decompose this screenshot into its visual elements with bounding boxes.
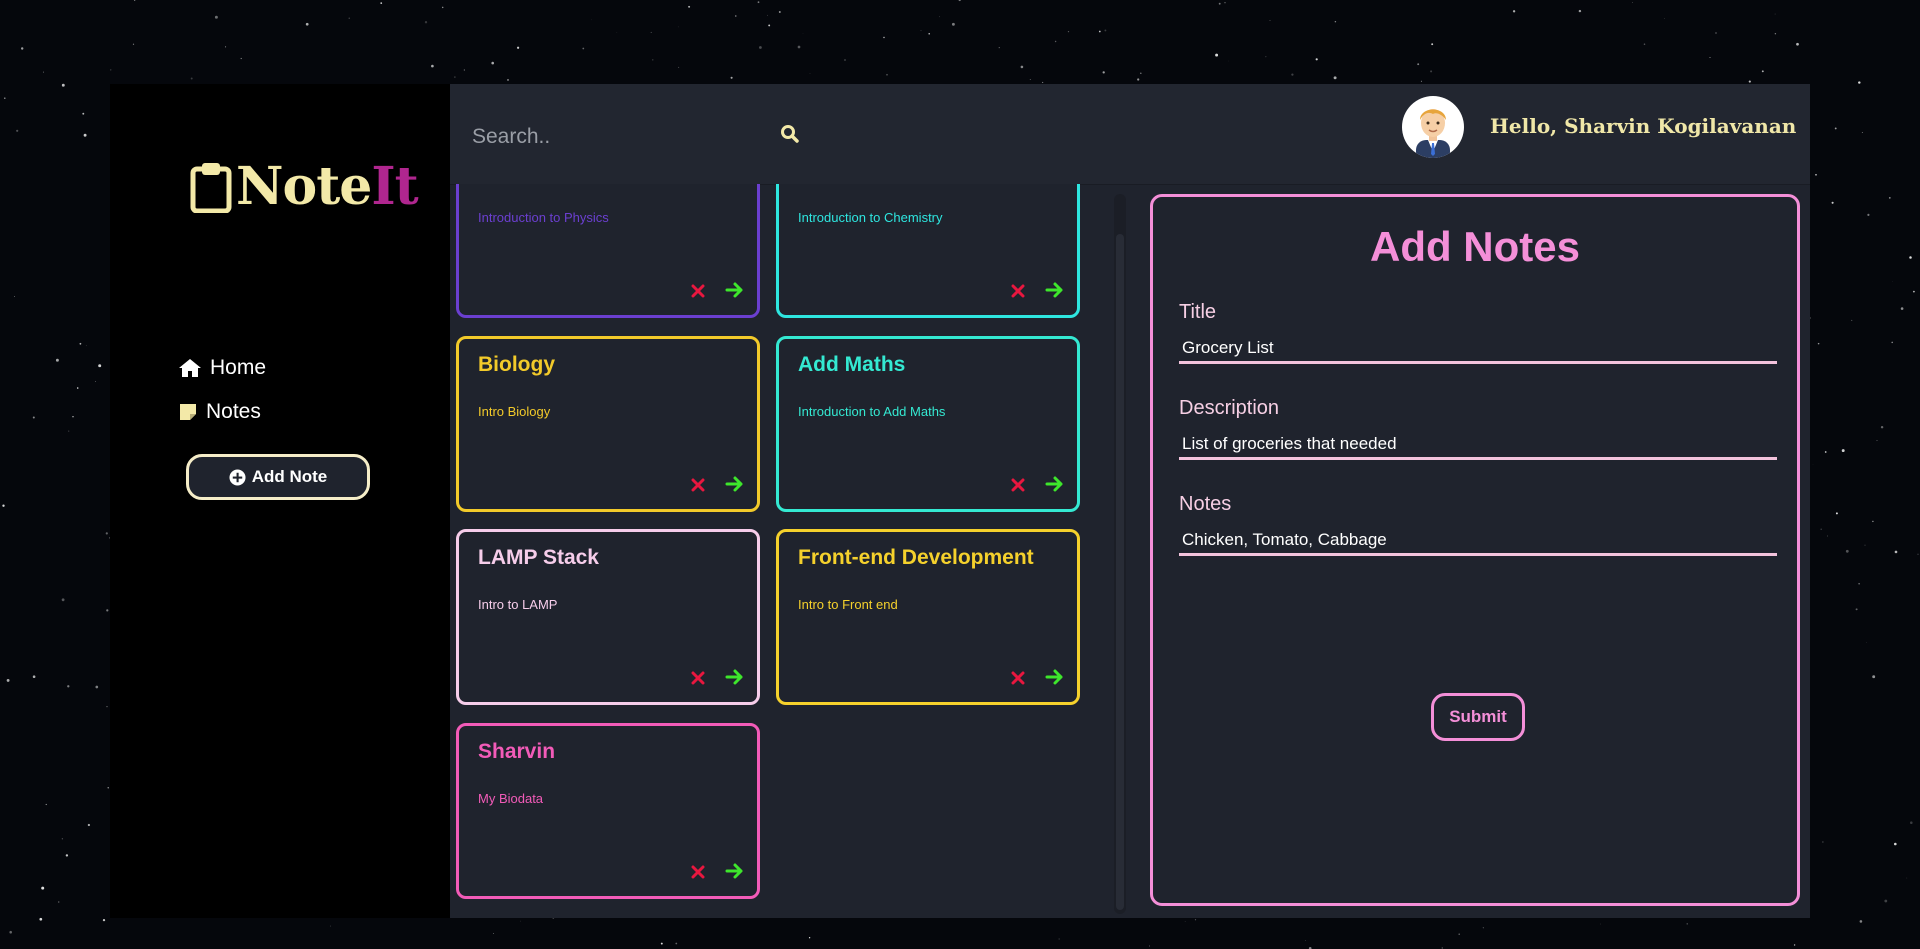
note-card[interactable]: Introduction to Chemistry [776,184,1080,318]
note-card[interactable]: Add Maths Introduction to Add Maths [776,336,1080,512]
delete-icon[interactable] [691,478,705,497]
arrow-right-icon[interactable] [1045,668,1065,691]
sidebar-item-label: Home [210,356,267,379]
notes-input[interactable] [1179,526,1777,556]
logo-text-accent: It [371,156,418,217]
description-label: Description [1179,397,1280,419]
plus-circle-icon [229,468,246,486]
note-description: Introduction to Chemistry [798,210,943,225]
add-note-button[interactable]: Add Note [186,454,370,500]
note-description: Introduction to Physics [478,210,609,225]
search-icon[interactable] [780,124,800,149]
delete-icon[interactable] [1011,671,1025,690]
delete-icon[interactable] [691,865,705,884]
search-input[interactable] [470,122,774,152]
delete-icon[interactable] [691,284,705,303]
delete-icon[interactable] [691,671,705,690]
sticky-note-icon [180,404,196,420]
sidebar-item-label: Notes [206,400,261,423]
note-card[interactable]: LAMP Stack Intro to LAMP [456,529,760,705]
home-icon [179,359,201,377]
description-input[interactable] [1179,430,1777,460]
logo: Note It [190,156,419,217]
note-card[interactable]: Sharvin My Biodata [456,723,760,899]
arrow-right-icon[interactable] [725,668,745,691]
sidebar-item-notes[interactable]: Notes [178,390,266,434]
topbar: Hello, Sharvin Kogilavanan [450,84,1810,185]
note-description: Intro Biology [478,404,551,419]
add-notes-panel: Add Notes Title Description Notes Submit [1150,194,1800,906]
note-description: My Biodata [478,791,544,806]
arrow-right-icon[interactable] [1045,281,1065,304]
clipboard-icon [190,162,232,213]
arrow-right-icon[interactable] [725,281,745,304]
note-description: Introduction to Add Maths [798,404,946,419]
note-title: Biology [478,353,555,376]
note-card[interactable]: Biology Intro Biology [456,336,760,512]
logo-text-main: Note [236,156,372,217]
notes-scrollbar[interactable] [1114,194,1126,914]
delete-icon[interactable] [1011,284,1025,303]
sidebar: Note It Home Notes Add Note [110,84,450,918]
note-title: LAMP Stack [478,546,599,569]
add-notes-heading: Add Notes [1370,223,1580,270]
notes-label: Notes [1179,493,1232,515]
sidebar-item-home[interactable]: Home [178,346,266,390]
user-greeting: Hello, Sharvin Kogilavanan [1490,114,1797,138]
note-title: Front-end Development [798,546,1034,569]
submit-button[interactable]: Submit [1431,693,1525,741]
arrow-right-icon[interactable] [725,862,745,885]
add-note-label: Add Note [251,467,328,486]
app-window: Note It Home Notes Add Note Search.. Hel… [110,84,1810,918]
note-title: Sharvin [478,740,556,763]
arrow-right-icon[interactable] [1045,475,1065,498]
avatar[interactable] [1402,96,1464,158]
note-title: Add Maths [798,353,906,376]
arrow-right-icon[interactable] [725,475,745,498]
note-card[interactable]: Introduction to Physics [456,184,760,318]
title-input[interactable] [1179,334,1777,364]
title-label: Title [1179,301,1217,323]
notes-grid: Introduction to Physics Introduction to C… [450,184,1150,918]
sidebar-nav: Home Notes [178,346,266,434]
note-card[interactable]: Front-end Development Intro to Front end [776,529,1080,705]
delete-icon[interactable] [1011,478,1025,497]
note-description: Intro to Front end [798,597,898,612]
scrollbar-thumb[interactable] [1116,234,1124,910]
note-description: Intro to LAMP [478,597,558,612]
